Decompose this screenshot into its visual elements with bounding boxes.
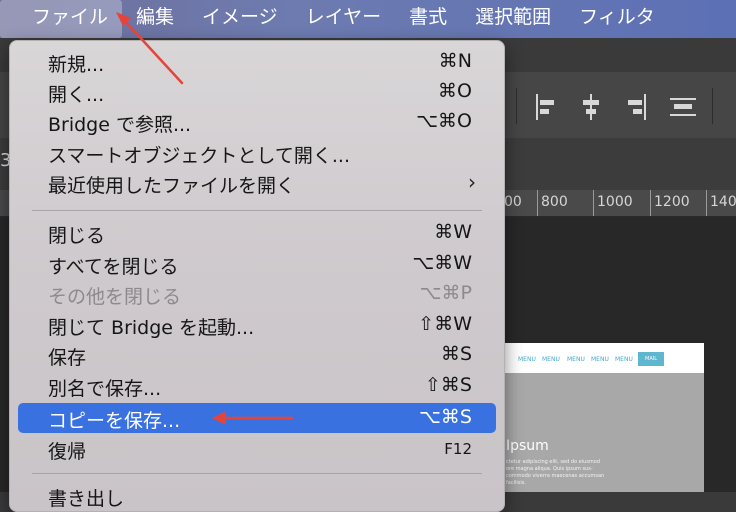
doc-heading: Ipsum — [506, 438, 549, 454]
menu-item-label: 書き出し — [48, 488, 125, 510]
menu-item-label: Bridge で参照... — [48, 114, 192, 136]
doc-nav-item: MENU — [615, 356, 633, 363]
menu-item-new[interactable]: 新規... ⌘N — [18, 47, 496, 77]
align-center-icon[interactable] — [578, 94, 604, 120]
doc-nav-item: MENU — [567, 356, 585, 363]
menu-item-export[interactable]: 書き出し — [18, 481, 496, 511]
options-divider — [712, 88, 713, 124]
menu-separator — [32, 210, 482, 211]
menu-separator — [32, 473, 482, 474]
menu-item-shortcut: ⌥⌘W — [412, 252, 472, 274]
menu-item-close-all[interactable]: すべてを閉じる ⌥⌘W — [18, 249, 496, 279]
menu-item-save[interactable]: 保存 ⌘S — [18, 340, 496, 370]
menu-item-label: 新規... — [48, 54, 105, 76]
menu-item-close-go-bridge[interactable]: 閉じて Bridge を起動... ⇧⌘W — [18, 310, 496, 340]
menu-item-label: 別名で保存... — [48, 378, 162, 400]
doc-body-text: ctetur adipiscing elit, sed do eiusmod o… — [506, 459, 605, 486]
menu-select[interactable]: 選択範囲 — [461, 0, 565, 38]
ruler-tick: 00 — [500, 190, 522, 216]
menu-item-label: コピーを保存... — [48, 410, 181, 432]
ruler-tick: 800 — [537, 190, 568, 216]
menu-item-shortcut: F12 — [444, 440, 472, 458]
menu-item-shortcut: ⌘N — [438, 50, 472, 72]
chevron-right-icon: › — [468, 170, 476, 194]
doc-navbar: MENU MENU MENU MENU MENU MAIL — [496, 343, 704, 373]
menu-edit[interactable]: 編集 — [122, 0, 188, 38]
menu-image[interactable]: イメージ — [188, 0, 292, 38]
doc-hero: Ipsum ctetur adipiscing elit, sed do eiu… — [496, 373, 704, 492]
menu-item-shortcut: ⌥⌘S — [419, 406, 472, 428]
menu-item-label: 最近使用したファイルを開く — [48, 175, 296, 197]
menu-item-save-as[interactable]: 別名で保存... ⇧⌘S — [18, 371, 496, 401]
menu-filter[interactable]: フィルタ — [565, 0, 669, 38]
align-left-icon[interactable] — [534, 94, 560, 120]
menu-item-shortcut: ⌥⌘O — [416, 110, 472, 132]
ruler-tick: 1000 — [593, 190, 633, 216]
menu-item-label: 保存 — [48, 347, 87, 369]
menu-item-label: 復帰 — [48, 441, 87, 463]
menu-item-revert[interactable]: 復帰 F12 — [18, 434, 496, 464]
document-canvas[interactable]: MENU MENU MENU MENU MENU MAIL Ipsum ctet… — [496, 343, 704, 492]
menu-item-label: 開く... — [48, 84, 105, 106]
menu-item-label: スマートオブジェクトとして開く... — [48, 145, 350, 167]
menu-item-close[interactable]: 閉じる ⌘W — [18, 218, 496, 248]
doc-nav-item: MENU — [518, 356, 536, 363]
doc-mail-button: MAIL — [638, 352, 664, 366]
menu-item-browse-bridge[interactable]: Bridge で参照... ⌥⌘O — [18, 107, 496, 137]
menu-type[interactable]: 書式 — [395, 0, 461, 38]
menu-item-open[interactable]: 開く... ⌘O — [18, 77, 496, 107]
menu-bar: ファイル 編集 イメージ レイヤー 書式 選択範囲 フィルタ — [0, 0, 736, 38]
menu-item-label: 閉じる — [48, 225, 106, 247]
ruler-tick: 1200 — [650, 190, 690, 216]
menu-item-save-copy[interactable]: コピーを保存... ⌥⌘S — [18, 403, 496, 433]
menu-item-shortcut: ⌘O — [438, 80, 472, 102]
menu-file[interactable]: ファイル — [0, 0, 123, 38]
menu-item-shortcut: ⌥⌘P — [419, 282, 472, 304]
menu-item-shortcut: ⇧⌘S — [425, 374, 472, 396]
menu-item-shortcut: ⌘W — [434, 221, 472, 243]
menu-item-label: その他を閉じる — [48, 286, 182, 308]
file-menu-dropdown: 新規... ⌘N 開く... ⌘O Bridge で参照... ⌥⌘O スマート… — [9, 40, 505, 512]
doc-nav-item: MENU — [591, 356, 609, 363]
menu-item-shortcut: ⌘S — [440, 343, 472, 365]
align-top-icon[interactable] — [670, 94, 696, 120]
options-divider — [516, 88, 517, 124]
align-right-icon[interactable] — [622, 94, 648, 120]
menu-item-close-others: その他を閉じる ⌥⌘P — [18, 279, 496, 309]
menu-item-label: すべてを閉じる — [48, 256, 179, 278]
menu-layer[interactable]: レイヤー — [292, 0, 395, 38]
menu-item-shortcut: ⇧⌘W — [418, 313, 472, 335]
ruler-tick: 140 — [706, 190, 736, 216]
menu-item-open-recent[interactable]: 最近使用したファイルを開く › — [18, 168, 496, 198]
menu-item-open-smart-object[interactable]: スマートオブジェクトとして開く... — [18, 138, 496, 168]
menu-item-label: 閉じて Bridge を起動... — [48, 317, 255, 339]
doc-nav-item: MENU — [542, 356, 560, 363]
